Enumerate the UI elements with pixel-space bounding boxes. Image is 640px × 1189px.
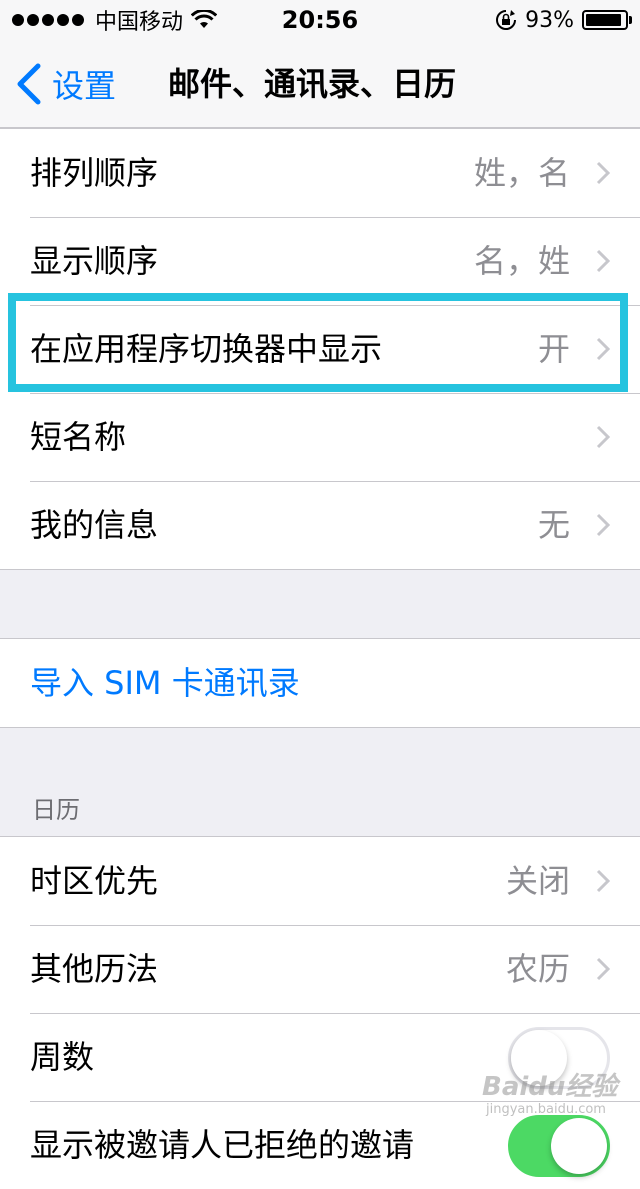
row-value: 农历 [505,950,570,988]
row-display-order[interactable]: 显示顺序 名，姓 [0,217,640,305]
week-numbers-toggle[interactable] [508,1027,610,1089]
row-value: 关闭 [505,862,570,900]
row-label: 在应用程序切换器中显示 [30,330,383,368]
row-short-name[interactable]: 短名称 [0,393,640,481]
calendar-settings-group: 时区优先 关闭 其他历法 农历 周数 显示被邀请人已拒绝的邀请 [0,836,640,1189]
row-show-in-app-switcher[interactable]: 在应用程序切换器中显示 开 [0,305,640,393]
chevron-right-icon [596,249,610,273]
page-title: 邮件、通讯录、日历 [168,65,457,103]
row-label: 显示顺序 [30,242,159,280]
chevron-right-icon [596,957,610,981]
rotation-lock-icon [496,10,517,30]
import-sim-group: 导入 SIM 卡通讯录 [0,638,640,728]
row-label: 排列顺序 [30,154,159,192]
battery-fill [586,14,622,26]
row-label: 显示被邀请人已拒绝的邀请 [30,1126,415,1164]
contacts-settings-group: 排列顺序 姓，名 显示顺序 名，姓 在应用程序切换器中显示 开 短名称 我的信息… [0,128,640,570]
chevron-right-icon [596,161,610,185]
row-label: 周数 [30,1038,95,1076]
calendar-section-header: 日历 [32,796,80,824]
row-label: 其他历法 [30,950,159,988]
back-button[interactable]: 设置 [14,40,116,128]
battery-icon [582,10,632,30]
back-label: 设置 [52,67,117,105]
row-value: 无 [537,506,570,544]
row-show-declined-invitees: 显示被邀请人已拒绝的邀请 [0,1101,640,1189]
chevron-right-icon [596,513,610,537]
status-bar: 中国移动 20:56 93% [0,0,640,40]
row-label: 我的信息 [30,506,159,544]
chevron-right-icon [596,337,610,361]
row-alternate-calendars[interactable]: 其他历法 农历 [0,925,640,1013]
row-value: 开 [537,330,570,368]
declined-invitees-toggle[interactable] [508,1115,610,1177]
status-right: 93% [495,0,632,40]
chevron-left-icon [17,63,41,105]
row-label: 短名称 [30,418,127,456]
row-label: 时区优先 [30,862,159,900]
navigation-bar: 设置 邮件、通讯录、日历 [0,40,640,128]
chevron-right-icon [596,869,610,893]
row-time-zone-override[interactable]: 时区优先 关闭 [0,837,640,925]
row-week-numbers: 周数 [0,1013,640,1101]
battery-percent: 93% [525,7,574,33]
import-sim-contacts-button[interactable]: 导入 SIM 卡通讯录 [0,639,640,727]
chevron-right-icon [596,425,610,449]
row-value: 名，姓 [473,242,570,280]
row-my-info[interactable]: 我的信息 无 [0,481,640,569]
row-sort-order[interactable]: 排列顺序 姓，名 [0,129,640,217]
import-sim-label: 导入 SIM 卡通讯录 [30,664,300,702]
row-value: 姓，名 [473,154,570,192]
